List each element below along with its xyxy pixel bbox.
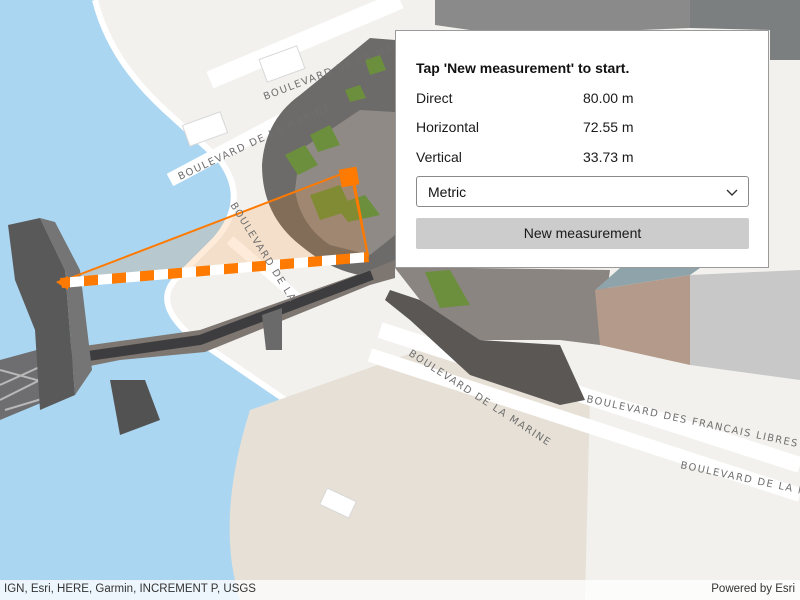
chevron-down-icon bbox=[726, 189, 738, 196]
measure-row-horizontal: Horizontal 72.55 m bbox=[416, 119, 656, 139]
measure-row-vertical: Vertical 33.73 m bbox=[416, 149, 656, 169]
measure-corner-marker bbox=[338, 166, 360, 188]
measure-row-direct: Direct 80.00 m bbox=[416, 90, 656, 110]
measure-label: Direct bbox=[416, 90, 453, 106]
unit-system-selected: Metric bbox=[428, 184, 467, 200]
unit-system-dropdown[interactable]: Metric bbox=[416, 176, 749, 207]
attribution-bar: IGN, Esri, HERE, Garmin, INCREMENT P, US… bbox=[0, 580, 800, 600]
measure-value: 80.00 m bbox=[583, 90, 634, 106]
instruction-text: Tap 'New measurement' to start. bbox=[416, 60, 630, 76]
measure-label: Horizontal bbox=[416, 119, 480, 135]
measure-value: 33.73 m bbox=[583, 149, 634, 165]
measure-value: 72.55 m bbox=[583, 119, 634, 135]
building-right bbox=[690, 270, 800, 380]
new-measurement-button[interactable]: New measurement bbox=[416, 218, 749, 249]
city-block bbox=[435, 0, 690, 30]
attribution-sources: IGN, Esri, HERE, Garmin, INCREMENT P, US… bbox=[4, 583, 256, 595]
map-scene-view[interactable]: BOULEVARD DE LA MARINE BOULEVARD DE LA M… bbox=[0, 0, 800, 600]
measure-label: Vertical bbox=[416, 149, 462, 165]
measurement-panel: Tap 'New measurement' to start. Direct 8… bbox=[395, 30, 769, 268]
powered-by-esri[interactable]: Powered by Esri bbox=[711, 583, 795, 595]
